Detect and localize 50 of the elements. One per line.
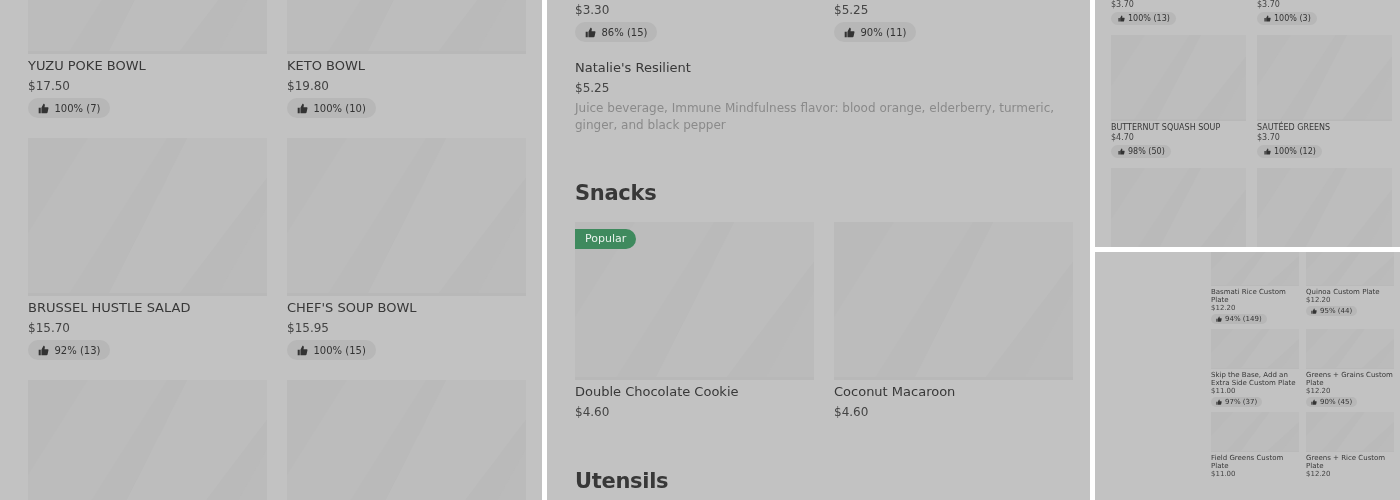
item-price: $3.70 xyxy=(1257,0,1280,10)
item-name[interactable]: BRUSSEL HUSTLE SALAD xyxy=(28,298,191,318)
item-name[interactable]: Coconut Macaroon xyxy=(834,382,956,402)
item-price: $4.60 xyxy=(575,404,610,421)
thumbs-up-icon xyxy=(1117,15,1125,22)
item-price: $15.70 xyxy=(28,320,70,337)
item-price: $3.70 xyxy=(1111,0,1134,10)
item-price: $5.25 xyxy=(575,80,610,97)
thumbs-up-icon xyxy=(1216,316,1222,322)
rating-text: 100% (3) xyxy=(1274,14,1311,23)
thumbs-up-icon xyxy=(1263,148,1271,155)
item-price: $15.95 xyxy=(287,320,329,337)
thumbs-up-icon xyxy=(38,344,49,356)
rating-text: 100% (15) xyxy=(313,344,366,356)
thumbs-up-icon xyxy=(1311,308,1317,314)
item-description: Juice beverage, Immune Mindfulness flavor: blood orange, elderberry, turmeric, ginger, and black pepper xyxy=(575,100,1056,134)
thumbs-up-icon xyxy=(585,26,596,38)
thumbs-up-icon xyxy=(1216,399,1222,405)
item-name[interactable]: YUZU POKE BOWL xyxy=(28,56,146,76)
section-heading: Snacks xyxy=(575,180,658,207)
rating-text: 100% (7) xyxy=(54,102,101,114)
rating-text: 86% (15) xyxy=(601,26,648,38)
item-name[interactable]: SAUTÉED GREENS xyxy=(1257,123,1331,133)
item-price: $3.70 xyxy=(1257,133,1280,143)
item-name[interactable]: Natalie's Resilient xyxy=(575,58,691,78)
thumbs-up-icon xyxy=(297,102,308,114)
item-price: $4.70 xyxy=(1111,133,1134,143)
item-name[interactable]: BUTTERNUT SQUASH SOUP xyxy=(1111,123,1221,133)
thumbs-up-icon xyxy=(38,102,49,114)
thumbs-up-icon xyxy=(1117,148,1125,155)
item-price: $17.50 xyxy=(28,78,70,95)
thumbs-up-icon xyxy=(1263,15,1271,22)
rating-text: 90% (11) xyxy=(860,26,907,38)
rating-text: 100% (13) xyxy=(1128,14,1170,23)
thumbs-up-icon xyxy=(1311,399,1317,405)
item-price: $3.30 xyxy=(575,2,610,19)
item-price: $5.25 xyxy=(834,2,869,19)
rating-text: 98% (50) xyxy=(1128,147,1165,156)
item-name[interactable]: Double Chocolate Cookie xyxy=(575,382,739,402)
item-price: $19.80 xyxy=(287,78,329,95)
rating-text: 100% (12) xyxy=(1274,147,1316,156)
item-name[interactable]: CHEF'S SOUP BOWL xyxy=(287,298,417,318)
rating-text: 100% (10) xyxy=(313,102,366,114)
thumbs-up-icon xyxy=(844,26,855,38)
section-heading: Utensils xyxy=(575,468,670,495)
thumbs-up-icon xyxy=(297,344,308,356)
item-price: $4.60 xyxy=(834,404,869,421)
popular-badge: Popular xyxy=(575,229,637,249)
rating-text: 92% (13) xyxy=(54,344,101,356)
item-name[interactable]: KETO BOWL xyxy=(287,56,366,76)
